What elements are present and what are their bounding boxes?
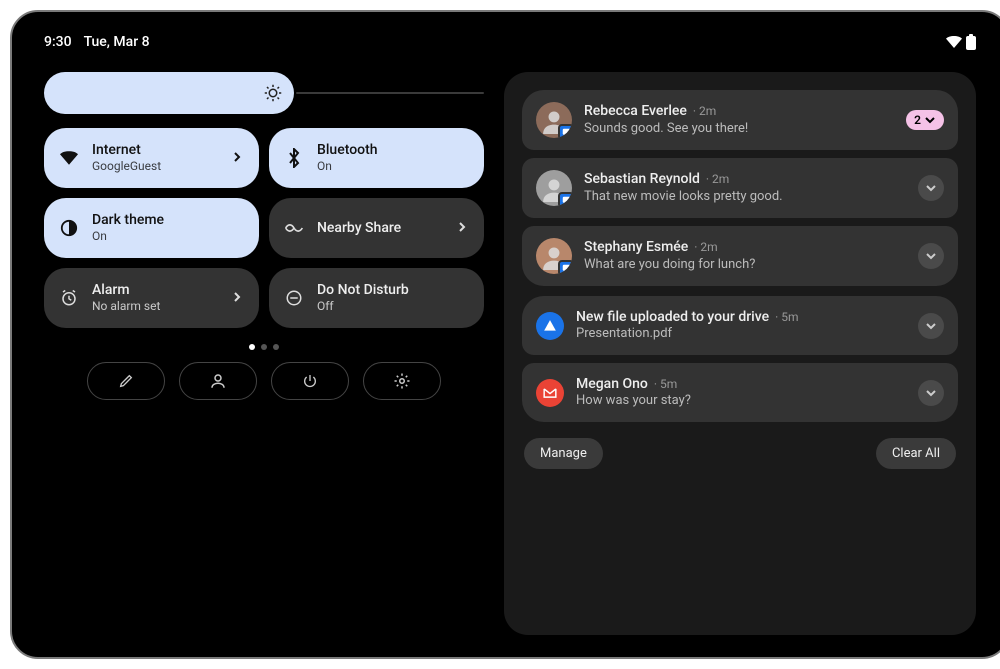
notification-text: That new movie looks pretty good. (584, 189, 906, 206)
notification-title: Megan Ono (576, 375, 648, 393)
expand-button[interactable] (918, 175, 944, 201)
qs-tile-darkmode[interactable]: Dark theme On (44, 198, 259, 258)
status-indicators (946, 34, 976, 50)
notification-meta: · 5m (775, 310, 798, 326)
power-icon (302, 373, 318, 389)
chevron-right-icon (231, 151, 245, 165)
qs-tile-bluetooth[interactable]: Bluetooth On (269, 128, 484, 188)
bluetooth-icon (283, 147, 305, 169)
chevron-right-icon (456, 221, 470, 235)
status-time: 9:30 (44, 34, 72, 50)
wifi-icon (58, 147, 80, 169)
alarm-icon (58, 287, 80, 309)
pager-dot[interactable] (273, 344, 279, 350)
tile-subtitle: Off (317, 299, 470, 313)
manage-button[interactable]: Manage (524, 438, 603, 469)
darkmode-icon (58, 217, 80, 239)
notification-meta: · 5m (654, 377, 677, 393)
gmail-icon (536, 379, 564, 407)
brightness-slider[interactable] (44, 72, 484, 114)
notification[interactable]: Sebastian Reynold · 2m That new movie lo… (522, 158, 958, 218)
brightness-icon (264, 84, 282, 102)
chevron-right-icon (231, 291, 245, 305)
status-bar: 9:30 Tue, Mar 8 (44, 30, 976, 54)
quick-settings-panel: Internet GoogleGuest Bluetooth On Dark t… (44, 72, 484, 635)
notification-title: Stephany Esmée (584, 238, 688, 256)
drive-icon (536, 312, 564, 340)
tile-title: Internet (92, 142, 231, 159)
tile-subtitle: On (92, 229, 245, 243)
tile-title: Do Not Disturb (317, 282, 470, 299)
nearby-icon (283, 217, 305, 239)
qs-tile-wifi[interactable]: Internet GoogleGuest (44, 128, 259, 188)
expand-button[interactable] (918, 313, 944, 339)
tile-title: Alarm (92, 282, 231, 299)
notification-meta: · 2m (693, 104, 716, 120)
pager-dot[interactable] (261, 344, 267, 350)
settings-button[interactable] (363, 362, 441, 400)
tile-title: Nearby Share (317, 220, 456, 237)
qs-tile-alarm[interactable]: Alarm No alarm set (44, 268, 259, 328)
expand-button[interactable] (918, 243, 944, 269)
qs-tile-dnd[interactable]: Do Not Disturb Off (269, 268, 484, 328)
settings-icon (393, 372, 411, 390)
notification[interactable]: Stephany Esmée · 2m What are you doing f… (522, 226, 958, 286)
notification-title: Sebastian Reynold (584, 170, 700, 188)
status-date: Tue, Mar 8 (84, 34, 150, 50)
notification-meta: · 2m (706, 172, 729, 188)
tile-subtitle: GoogleGuest (92, 159, 231, 173)
edit-button[interactable] (87, 362, 165, 400)
notification[interactable]: Megan Ono · 5m How was your stay? (522, 363, 958, 422)
tile-title: Bluetooth (317, 142, 470, 159)
pager-dot[interactable] (249, 344, 255, 350)
tile-title: Dark theme (92, 212, 245, 229)
tile-subtitle: On (317, 159, 470, 173)
qs-tile-nearby[interactable]: Nearby Share (269, 198, 484, 258)
tablet-frame: 9:30 Tue, Mar 8 (10, 10, 1000, 659)
app-badge-icon (558, 124, 572, 138)
expand-button[interactable] (918, 380, 944, 406)
battery-icon (966, 34, 976, 50)
user-icon (209, 372, 227, 390)
notification-text: How was your stay? (576, 393, 906, 410)
tile-subtitle: No alarm set (92, 299, 231, 313)
power-button[interactable] (271, 362, 349, 400)
clear-all-button[interactable]: Clear All (876, 438, 956, 469)
notification-panel: Rebecca Everlee · 2m Sounds good. See yo… (504, 72, 976, 635)
notification-text: What are you doing for lunch? (584, 257, 906, 274)
wifi-icon (946, 36, 962, 48)
avatar (536, 238, 572, 274)
notification-text: Presentation.pdf (576, 326, 906, 343)
notification-count-badge[interactable]: 2 (906, 110, 944, 130)
avatar (536, 102, 572, 138)
edit-icon (118, 373, 134, 389)
notification[interactable]: Rebecca Everlee · 2m Sounds good. See yo… (522, 90, 958, 150)
dnd-icon (283, 287, 305, 309)
user-button[interactable] (179, 362, 257, 400)
app-badge-icon (558, 260, 572, 274)
notification[interactable]: New file uploaded to your drive · 5m Pre… (522, 296, 958, 355)
app-badge-icon (558, 192, 572, 206)
page-indicator (44, 344, 484, 350)
notification-title: New file uploaded to your drive (576, 308, 769, 326)
notification-title: Rebecca Everlee (584, 102, 687, 120)
notification-meta: · 2m (694, 240, 717, 256)
notification-text: Sounds good. See you there! (584, 121, 894, 138)
avatar (536, 170, 572, 206)
